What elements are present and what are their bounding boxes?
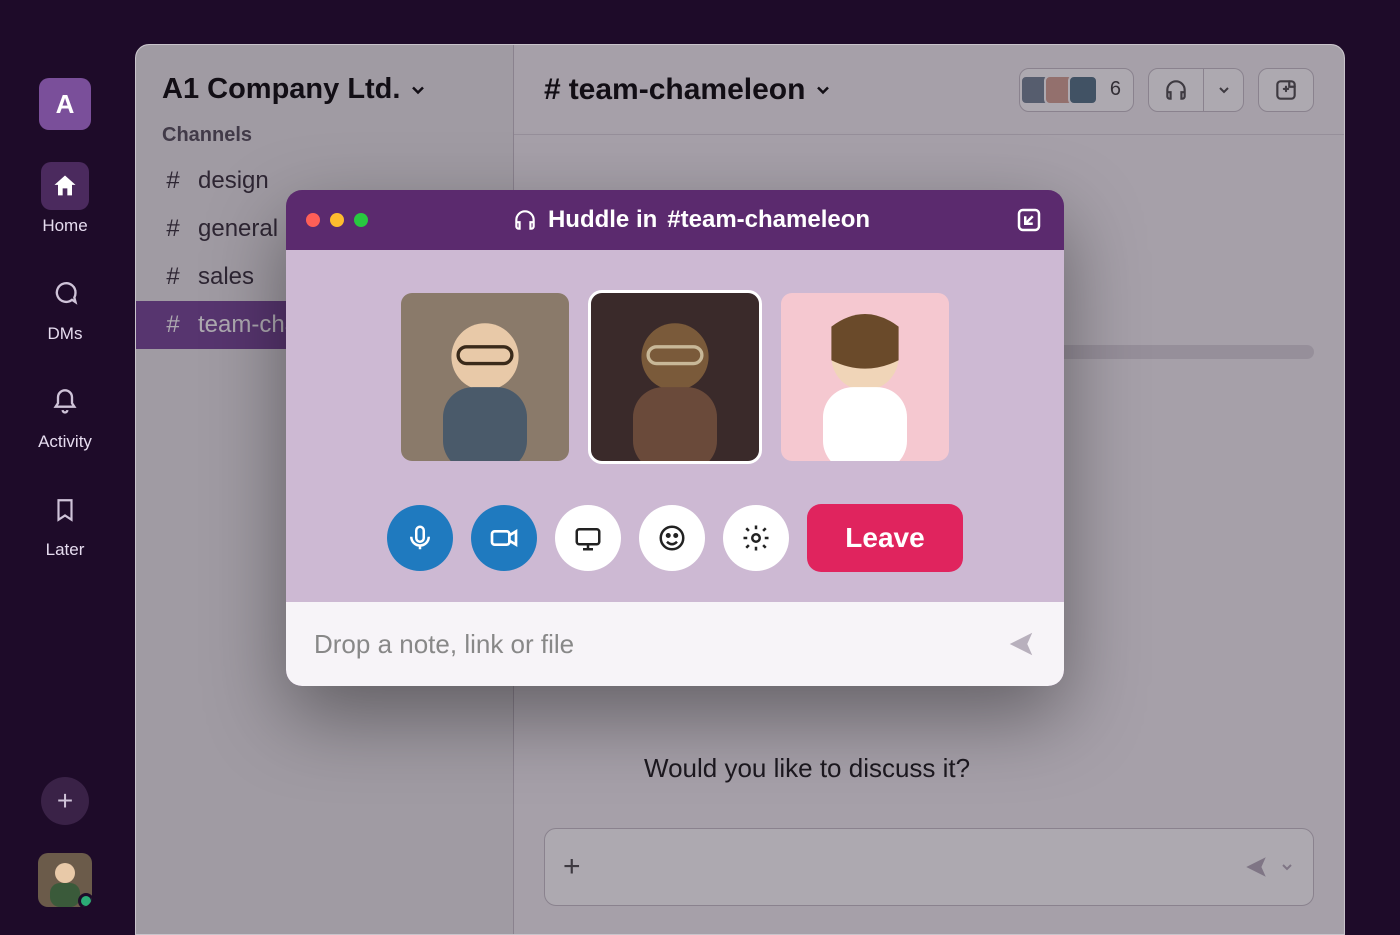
left-rail: A Home DMs Activity Later + <box>0 0 130 935</box>
huddle-expand-button[interactable] <box>1014 205 1044 235</box>
bookmark-icon <box>52 497 78 523</box>
user-avatar[interactable] <box>38 853 92 907</box>
rail-later-label: Later <box>46 540 85 560</box>
home-icon <box>51 172 79 200</box>
mic-icon <box>405 523 435 553</box>
rail-home-label: Home <box>42 216 87 236</box>
huddle-channel: #team-chameleon <box>667 206 870 234</box>
leave-button[interactable]: Leave <box>807 504 962 572</box>
camera-icon <box>488 522 520 554</box>
workspace-tile[interactable]: A <box>39 78 91 130</box>
headphones-icon <box>512 207 538 233</box>
huddle-close-dot[interactable] <box>306 213 320 227</box>
smile-icon <box>657 523 687 553</box>
huddle-controls: Leave <box>316 504 1034 572</box>
mic-button[interactable] <box>387 505 453 571</box>
send-icon[interactable] <box>1006 629 1036 659</box>
participant-tile-speaking[interactable] <box>588 290 762 464</box>
rail-later[interactable]: Later <box>41 486 89 560</box>
huddle-window: Huddle in #team-chameleon <box>286 190 1064 686</box>
settings-button[interactable] <box>723 505 789 571</box>
reactions-button[interactable] <box>639 505 705 571</box>
huddle-note-placeholder: Drop a note, link or file <box>314 629 574 660</box>
camera-button[interactable] <box>471 505 537 571</box>
huddle-titlebar[interactable]: Huddle in #team-chameleon <box>286 190 1064 250</box>
rail-dms[interactable]: DMs <box>41 270 89 344</box>
rail-home[interactable]: Home <box>41 162 89 236</box>
screenshare-button[interactable] <box>555 505 621 571</box>
huddle-title-prefix: Huddle in <box>548 206 657 234</box>
rail-activity-label: Activity <box>38 432 92 452</box>
huddle-participants <box>316 290 1034 464</box>
rail-activity[interactable]: Activity <box>38 378 92 452</box>
participant-tile[interactable] <box>398 290 572 464</box>
presence-indicator <box>78 893 92 907</box>
huddle-minimize-dot[interactable] <box>330 213 344 227</box>
dms-icon <box>51 280 79 308</box>
rail-add-button[interactable]: + <box>41 777 89 825</box>
gear-icon <box>741 523 771 553</box>
huddle-note-composer[interactable]: Drop a note, link or file <box>286 602 1064 686</box>
huddle-maximize-dot[interactable] <box>354 213 368 227</box>
bell-icon <box>51 388 79 416</box>
screen-icon <box>573 523 603 553</box>
participant-tile[interactable] <box>778 290 952 464</box>
rail-dms-label: DMs <box>48 324 83 344</box>
